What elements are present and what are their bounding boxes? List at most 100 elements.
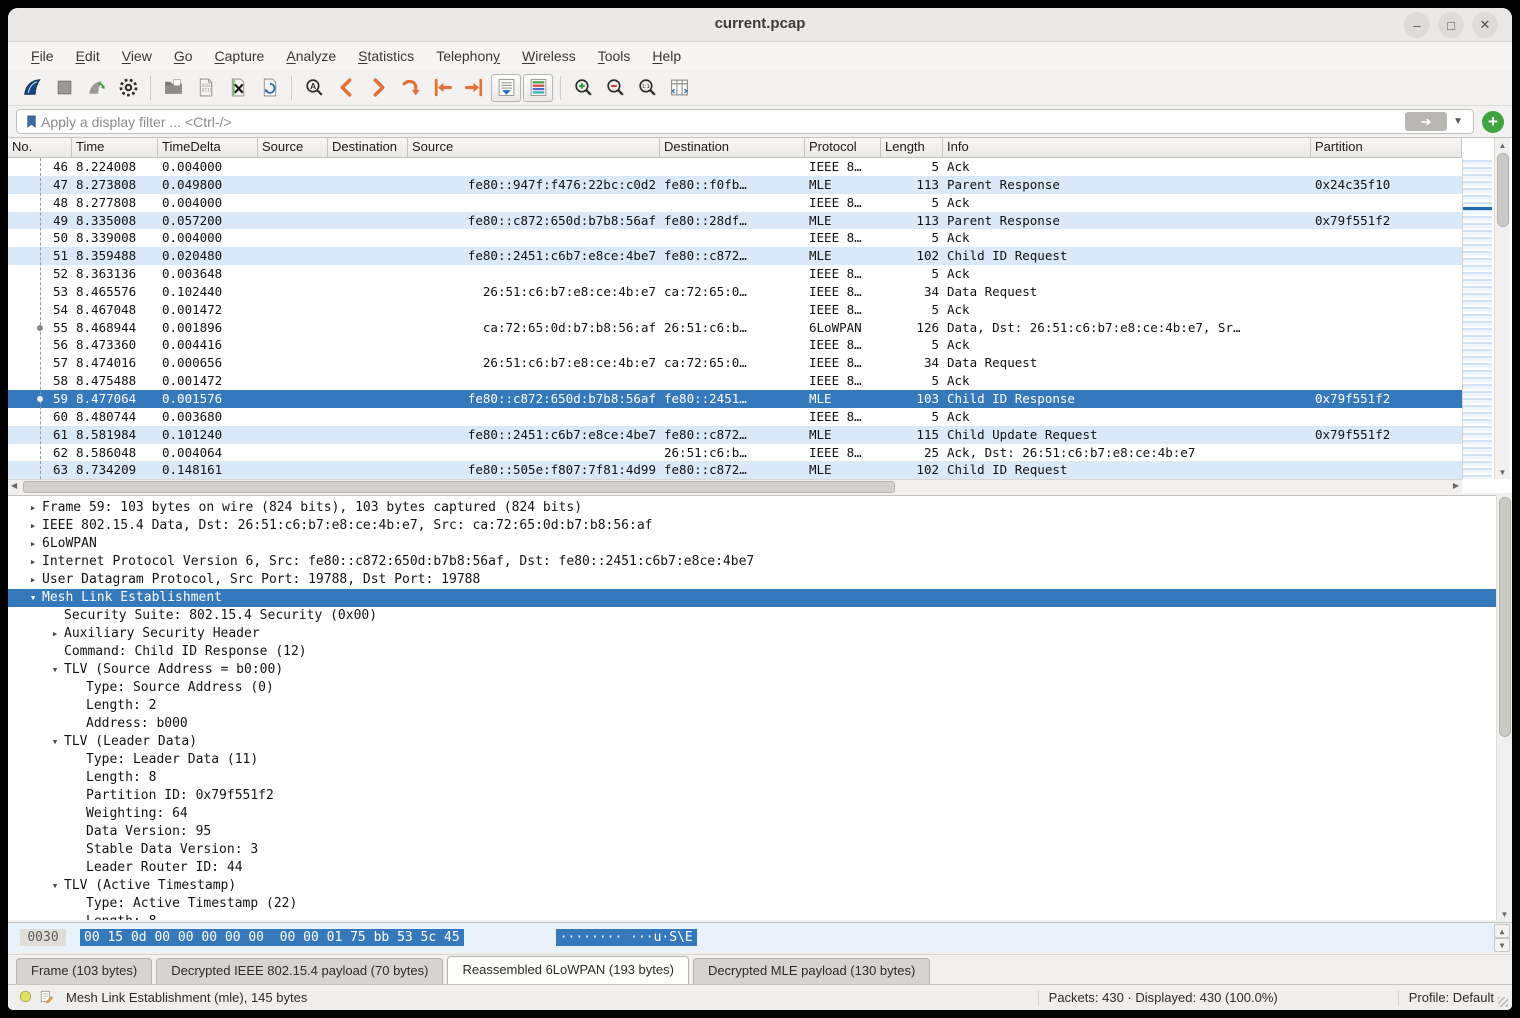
column-header-len[interactable]: Length — [881, 138, 943, 158]
packet-row-52[interactable]: 528.3631360.003648IEEE 8…5Ack — [8, 265, 1462, 283]
packet-row-61[interactable]: 618.5819840.101240fe80::2451:c6b7:e8ce:4… — [8, 426, 1462, 444]
maximize-button[interactable]: □ — [1438, 12, 1464, 38]
collapsed-arrow-icon[interactable]: ▸ — [24, 535, 42, 553]
reload-file-button[interactable] — [254, 74, 284, 102]
detail-line[interactable]: Security Suite: 802.15.4 Security (0x00) — [8, 607, 1512, 625]
column-header-proto[interactable]: Protocol — [805, 138, 881, 158]
expanded-arrow-icon[interactable]: ▾ — [46, 733, 64, 751]
status-profile[interactable]: Profile: Default — [1409, 990, 1494, 1005]
last-packet-button[interactable] — [459, 74, 489, 102]
packet-row-63[interactable]: 638.7342090.148161fe80::505e:f807:7f81:4… — [8, 461, 1462, 479]
scroll-down-icon[interactable]: ▼ — [1495, 465, 1510, 479]
column-header-info[interactable]: Info — [943, 138, 1311, 158]
packet-row-58[interactable]: 588.4754880.001472IEEE 8…5Ack — [8, 372, 1462, 390]
packet-row-55[interactable]: 558.4689440.001896ca:72:65:0d:b7:b8:56:a… — [8, 319, 1462, 337]
detail-line[interactable]: Address: b000 — [8, 715, 1512, 733]
find-packet-button[interactable]: A — [299, 74, 329, 102]
column-header-src[interactable]: Source — [408, 138, 660, 158]
packet-row-60[interactable]: 608.4807440.003680IEEE 8…5Ack — [8, 408, 1462, 426]
detail-line[interactable]: Partition ID: 0x79f551f2 — [8, 787, 1512, 805]
detail-line[interactable]: Type: Leader Data (11) — [8, 751, 1512, 769]
start-capture-button[interactable] — [17, 74, 47, 102]
packet-row-54[interactable]: 548.4670480.001472IEEE 8…5Ack — [8, 301, 1462, 319]
menu-capture[interactable]: Capture — [204, 45, 276, 67]
menu-wireless[interactable]: Wireless — [511, 45, 587, 67]
detail-line[interactable]: ▸Internet Protocol Version 6, Src: fe80:… — [8, 553, 1512, 571]
detail-line[interactable]: Length: 8 — [8, 769, 1512, 787]
collapsed-arrow-icon[interactable]: ▸ — [46, 625, 64, 643]
apply-filter-button[interactable]: ➜ — [1405, 112, 1447, 131]
hex-offset[interactable]: 0030 — [20, 929, 66, 946]
detail-line[interactable]: Stable Data Version: 3 — [8, 841, 1512, 859]
collapsed-arrow-icon[interactable]: ▸ — [24, 553, 42, 571]
detail-line[interactable]: ▾TLV (Leader Data) — [8, 733, 1512, 751]
zoom-out-button[interactable] — [600, 74, 630, 102]
detail-line[interactable]: ▸IEEE 802.15.4 Data, Dst: 26:51:c6:b7:e8… — [8, 517, 1512, 535]
packet-list-scrollbar[interactable]: ▲ ▼ — [1494, 138, 1510, 479]
packet-row-53[interactable]: 538.4655760.10244026:51:c6:b7:e8:ce:4b:e… — [8, 283, 1462, 301]
byte-view-tab[interactable]: Frame (103 bytes) — [16, 958, 152, 984]
detail-line[interactable]: Length: 8 — [8, 913, 1512, 920]
detail-line[interactable]: Length: 2 — [8, 697, 1512, 715]
detail-line[interactable]: Type: Active Timestamp (22) — [8, 895, 1512, 913]
restart-capture-button[interactable] — [81, 74, 111, 102]
hscrollbar-thumb[interactable] — [23, 481, 895, 493]
packet-row-47[interactable]: 478.2738080.049800fe80::947f:f476:22bc:c… — [8, 176, 1462, 194]
scroll-right-icon[interactable]: ▶ — [1453, 481, 1459, 490]
column-header-time[interactable]: Time — [72, 138, 158, 158]
menu-tools[interactable]: Tools — [587, 45, 642, 67]
close-button[interactable]: ✕ — [1472, 12, 1498, 38]
detail-line[interactable]: ▾Mesh Link Establishment — [8, 589, 1512, 607]
byte-view-tab[interactable]: Decrypted MLE payload (130 bytes) — [693, 958, 930, 984]
expanded-arrow-icon[interactable]: ▾ — [46, 661, 64, 679]
titlebar[interactable]: current.pcap –□✕ — [8, 8, 1512, 42]
scroll-left-icon[interactable]: ◀ — [11, 481, 17, 490]
hex-scroll-up-icon[interactable]: ▲ — [1494, 924, 1510, 938]
packet-minimap[interactable] — [1462, 158, 1492, 479]
hex-bytes[interactable]: 00 15 0d 00 00 00 00 00 00 00 01 75 bb 5… — [80, 929, 464, 946]
filter-bookmark-icon[interactable] — [21, 112, 41, 132]
resize-grip[interactable] — [1498, 997, 1508, 1007]
detail-line[interactable]: ▾TLV (Source Address = b0:00) — [8, 661, 1512, 679]
open-file-button[interactable] — [158, 74, 188, 102]
detail-line[interactable]: Weighting: 64 — [8, 805, 1512, 823]
menu-view[interactable]: View — [111, 45, 163, 67]
details-scrollbar[interactable]: ▼ — [1496, 495, 1512, 920]
zoom-original-button[interactable]: 1:1 — [632, 74, 662, 102]
stop-capture-button[interactable] — [49, 74, 79, 102]
display-filter-input[interactable] — [41, 114, 1405, 130]
menu-go[interactable]: Go — [163, 45, 204, 67]
minimize-button[interactable]: – — [1404, 12, 1430, 38]
expert-info-icon[interactable] — [18, 989, 33, 1007]
byte-view-tab[interactable]: Decrypted IEEE 802.15.4 payload (70 byte… — [156, 958, 443, 984]
filter-dropdown-caret-icon[interactable]: ▼ — [1447, 116, 1469, 127]
previous-packet-button[interactable] — [331, 74, 361, 102]
detail-line[interactable]: Type: Source Address (0) — [8, 679, 1512, 697]
collapsed-arrow-icon[interactable]: ▸ — [24, 499, 42, 517]
next-packet-button[interactable] — [363, 74, 393, 102]
hex-scrollbar[interactable]: ▲ ▼ — [1494, 924, 1510, 952]
column-header-no[interactable]: No. — [8, 138, 72, 158]
add-filter-button[interactable]: + — [1482, 111, 1504, 133]
detail-line[interactable]: ▸User Datagram Protocol, Src Port: 19788… — [8, 571, 1512, 589]
scroll-up-icon[interactable]: ▲ — [1495, 138, 1510, 152]
details-scrollbar-thumb[interactable] — [1499, 497, 1511, 737]
column-header-dst_hw[interactable]: Destination — [328, 138, 408, 158]
expanded-arrow-icon[interactable]: ▾ — [24, 589, 42, 607]
capture-options-button[interactable] — [113, 74, 143, 102]
packet-row-49[interactable]: 498.3350080.057200fe80::c872:650d:b7b8:5… — [8, 212, 1462, 230]
collapsed-arrow-icon[interactable]: ▸ — [24, 571, 42, 589]
detail-line[interactable]: ▾TLV (Active Timestamp) — [8, 877, 1512, 895]
packet-row-46[interactable]: 468.2240080.004000IEEE 8…5Ack — [8, 158, 1462, 176]
save-file-button[interactable]: 01010110 — [190, 74, 220, 102]
detail-line[interactable]: ▸Frame 59: 103 bytes on wire (824 bits),… — [8, 499, 1512, 517]
packet-row-56[interactable]: 568.4733600.004416IEEE 8…5Ack — [8, 336, 1462, 354]
menu-statistics[interactable]: Statistics — [347, 45, 425, 67]
menu-edit[interactable]: Edit — [65, 45, 111, 67]
detail-line[interactable]: Data Version: 95 — [8, 823, 1512, 841]
collapsed-arrow-icon[interactable]: ▸ — [24, 517, 42, 535]
resize-columns-button[interactable] — [664, 74, 694, 102]
packet-row-57[interactable]: 578.4740160.00065626:51:c6:b7:e8:ce:4b:e… — [8, 354, 1462, 372]
hex-scroll-down-icon[interactable]: ▼ — [1494, 938, 1510, 952]
packet-row-59[interactable]: 598.4770640.001576fe80::c872:650d:b7b8:5… — [8, 390, 1462, 408]
